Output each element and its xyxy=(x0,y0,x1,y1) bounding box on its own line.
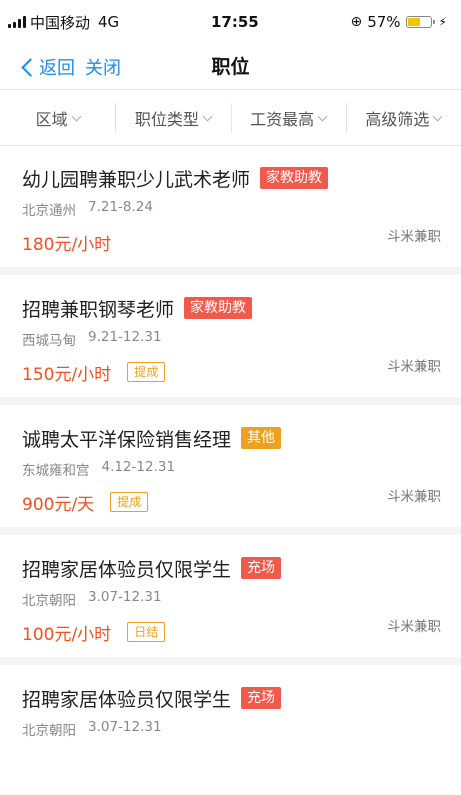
job-location: 北京朝阳 xyxy=(22,723,76,739)
job-location: 北京朝阳 xyxy=(22,593,76,609)
job-pay: 180元/小时 xyxy=(22,234,112,255)
job-source: 斗米兼职 xyxy=(387,619,441,635)
job-source: 斗米兼职 xyxy=(387,229,441,245)
daily-settlement-tag: 日结 xyxy=(127,622,166,642)
category-tag: 充场 xyxy=(241,557,282,579)
job-dates: 4.12-12.31 xyxy=(101,459,176,475)
job-location: 东城雍和宫 xyxy=(22,463,90,479)
filter-area[interactable]: 区域 xyxy=(0,91,115,145)
job-location: 西城马甸 xyxy=(22,333,76,349)
job-card[interactable]: 招聘家居体验员仅限学生 充场 北京朝阳 3.07-12.31 100元/小时 日… xyxy=(0,535,461,665)
status-right: ⊕ 57% ⚡ xyxy=(350,13,447,31)
job-pay: 150元/小时 xyxy=(22,364,112,385)
back-label: 返回 xyxy=(39,58,75,79)
job-title: 招聘兼职钢琴老师 xyxy=(22,298,175,321)
job-card[interactable]: 招聘兼职钢琴老师 家教助教 西城马甸 9.21-12.31 150元/小时 提成… xyxy=(0,275,461,405)
job-source: 斗米兼职 xyxy=(387,489,441,505)
job-title: 幼儿园聘兼职少儿武术老师 xyxy=(22,168,251,191)
commission-tag: 提成 xyxy=(110,492,149,512)
filter-highest-pay[interactable]: 工资最高 xyxy=(230,91,346,145)
filter-label: 职位类型 xyxy=(134,110,199,129)
job-card[interactable]: 幼儿园聘兼职少儿武术老师 家教助教 北京通州 7.21-8.24 180元/小时… xyxy=(0,145,461,275)
filter-label: 工资最高 xyxy=(250,110,315,129)
job-pay: 100元/小时 xyxy=(22,624,112,645)
nav-bar: 职位 返回 关闭 xyxy=(0,44,461,90)
status-time: 17:55 xyxy=(210,13,259,31)
carrier-name: 中国移动 xyxy=(30,13,91,32)
category-tag: 充场 xyxy=(241,687,282,709)
job-location: 北京通州 xyxy=(22,203,76,219)
filter-bar: 区域 职位类型 工资最高 高级筛选 xyxy=(0,91,461,146)
close-button[interactable]: 关闭 xyxy=(85,54,121,80)
charging-icon: ⚡ xyxy=(438,15,447,29)
battery-icon xyxy=(405,16,435,28)
orientation-lock-icon: ⊕ xyxy=(350,14,363,30)
status-bar: 中国移动 4G 17:55 ⊕ 57% ⚡ xyxy=(0,0,461,44)
job-dates: 3.07-12.31 xyxy=(88,589,162,605)
chevron-left-icon xyxy=(21,57,40,77)
status-left: 中国移动 4G xyxy=(8,12,119,33)
commission-tag: 提成 xyxy=(127,362,166,382)
job-dates: 3.07-12.31 xyxy=(88,719,162,735)
nav-left-actions: 返回 关闭 xyxy=(20,44,121,90)
filter-job-type[interactable]: 职位类型 xyxy=(115,91,230,145)
category-tag: 家教助教 xyxy=(260,167,329,189)
chevron-down-icon xyxy=(432,111,443,121)
job-card[interactable]: 招聘家居体验员仅限学生 充场 北京朝阳 3.07-12.31 xyxy=(0,665,461,795)
job-title: 招聘家居体验员仅限学生 xyxy=(22,688,232,711)
network-type: 4G xyxy=(98,13,120,31)
chevron-down-icon xyxy=(317,111,328,121)
job-list: 幼儿园聘兼职少儿武术老师 家教助教 北京通州 7.21-8.24 180元/小时… xyxy=(0,145,461,795)
job-dates: 9.21-12.31 xyxy=(88,329,162,345)
filter-advanced[interactable]: 高级筛选 xyxy=(345,91,461,145)
job-card[interactable]: 诚聘太平洋保险销售经理 其他 东城雍和宫 4.12-12.31 900元/天 提… xyxy=(0,405,461,535)
job-title: 诚聘太平洋保险销售经理 xyxy=(22,428,232,451)
job-dates: 7.21-8.24 xyxy=(88,199,153,215)
job-pay: 900元/天 xyxy=(22,494,95,515)
battery-percent: 57% xyxy=(367,13,401,31)
filter-label: 区域 xyxy=(35,110,68,129)
job-title: 招聘家居体验员仅限学生 xyxy=(22,558,232,581)
chevron-down-icon xyxy=(71,111,82,121)
category-tag: 其他 xyxy=(241,427,282,449)
filter-label: 高级筛选 xyxy=(365,110,430,129)
job-source: 斗米兼职 xyxy=(387,359,441,375)
chevron-down-icon xyxy=(202,111,213,121)
signal-icon xyxy=(8,16,26,28)
category-tag: 家教助教 xyxy=(184,297,253,319)
back-button[interactable]: 返回 xyxy=(20,54,75,80)
